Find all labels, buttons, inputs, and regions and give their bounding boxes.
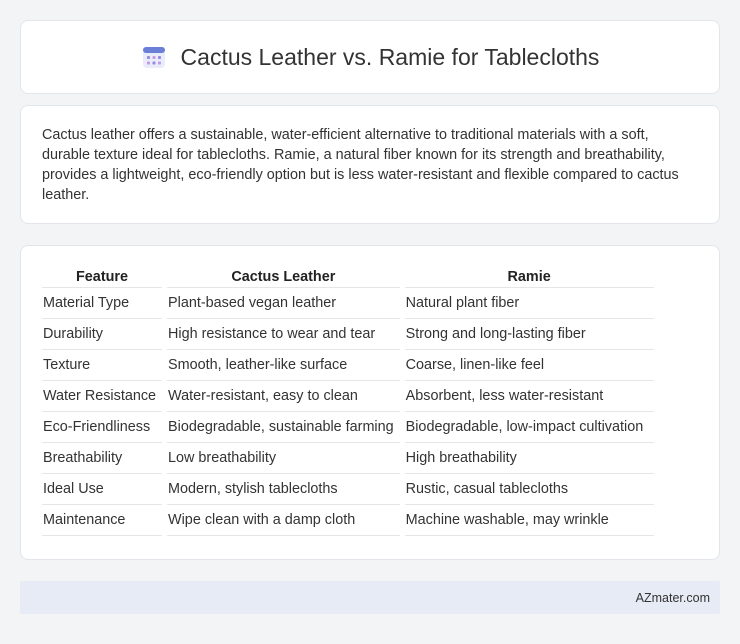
table-row: Eco-Friendliness Biodegradable, sustaina… bbox=[42, 412, 654, 443]
table-row: Texture Smooth, leather-like surface Coa… bbox=[42, 350, 654, 381]
table-row: Breathability Low breathability High bre… bbox=[42, 443, 654, 474]
intro-paragraph: Cactus leather offers a sustainable, wat… bbox=[42, 127, 679, 203]
table-header-row: Feature Cactus Leather Ramie bbox=[42, 266, 654, 288]
page-title: Cactus Leather vs. Ramie for Tablecloths bbox=[180, 43, 600, 70]
table-row: Maintenance Wipe clean with a damp cloth… bbox=[42, 505, 654, 536]
cactus-cell: Water-resistant, easy to clean bbox=[167, 381, 400, 412]
ramie-cell: Strong and long-lasting fiber bbox=[404, 319, 654, 350]
cactus-cell: Modern, stylish tablecloths bbox=[167, 474, 400, 505]
comparison-table: Feature Cactus Leather Ramie Material Ty… bbox=[37, 266, 659, 536]
table-row: Material Type Plant-based vegan leather … bbox=[42, 288, 654, 319]
ramie-cell: Rustic, casual tablecloths bbox=[404, 474, 654, 505]
header-feature: Feature bbox=[42, 266, 163, 288]
feature-cell: Water Resistance bbox=[42, 381, 163, 412]
cactus-cell: Biodegradable, sustainable farming bbox=[167, 412, 400, 443]
feature-cell: Maintenance bbox=[42, 505, 163, 536]
comparison-card: Feature Cactus Leather Ramie Material Ty… bbox=[20, 245, 720, 560]
ramie-cell: Machine washable, may wrinkle bbox=[404, 505, 654, 536]
title-card: Cactus Leather vs. Ramie for Tablecloths bbox=[20, 20, 720, 94]
cactus-cell: High resistance to wear and tear bbox=[167, 319, 400, 350]
footer: AZmater.com bbox=[20, 581, 720, 614]
feature-cell: Texture bbox=[42, 350, 163, 381]
table-row: Ideal Use Modern, stylish tablecloths Ru… bbox=[42, 474, 654, 505]
table-row: Water Resistance Water-resistant, easy t… bbox=[42, 381, 654, 412]
calendar-icon bbox=[142, 47, 165, 68]
ramie-cell: High breathability bbox=[404, 443, 654, 474]
ramie-cell: Natural plant fiber bbox=[404, 288, 654, 319]
table-row: Durability High resistance to wear and t… bbox=[42, 319, 654, 350]
ramie-cell: Absorbent, less water-resistant bbox=[404, 381, 654, 412]
ramie-cell: Biodegradable, low-impact cultivation bbox=[404, 412, 654, 443]
cactus-cell: Low breathability bbox=[167, 443, 400, 474]
ramie-cell: Coarse, linen-like feel bbox=[404, 350, 654, 381]
cactus-cell: Wipe clean with a damp cloth bbox=[167, 505, 400, 536]
feature-cell: Material Type bbox=[42, 288, 163, 319]
feature-cell: Ideal Use bbox=[42, 474, 163, 505]
cactus-cell: Smooth, leather-like surface bbox=[167, 350, 400, 381]
feature-cell: Eco-Friendliness bbox=[42, 412, 163, 443]
intro-card: Cactus leather offers a sustainable, wat… bbox=[20, 105, 720, 224]
feature-cell: Durability bbox=[42, 319, 163, 350]
header-ramie: Ramie bbox=[404, 266, 654, 288]
feature-cell: Breathability bbox=[42, 443, 163, 474]
header-cactus-leather: Cactus Leather bbox=[167, 266, 400, 288]
footer-site-link[interactable]: AZmater.com bbox=[636, 591, 710, 605]
cactus-cell: Plant-based vegan leather bbox=[167, 288, 400, 319]
